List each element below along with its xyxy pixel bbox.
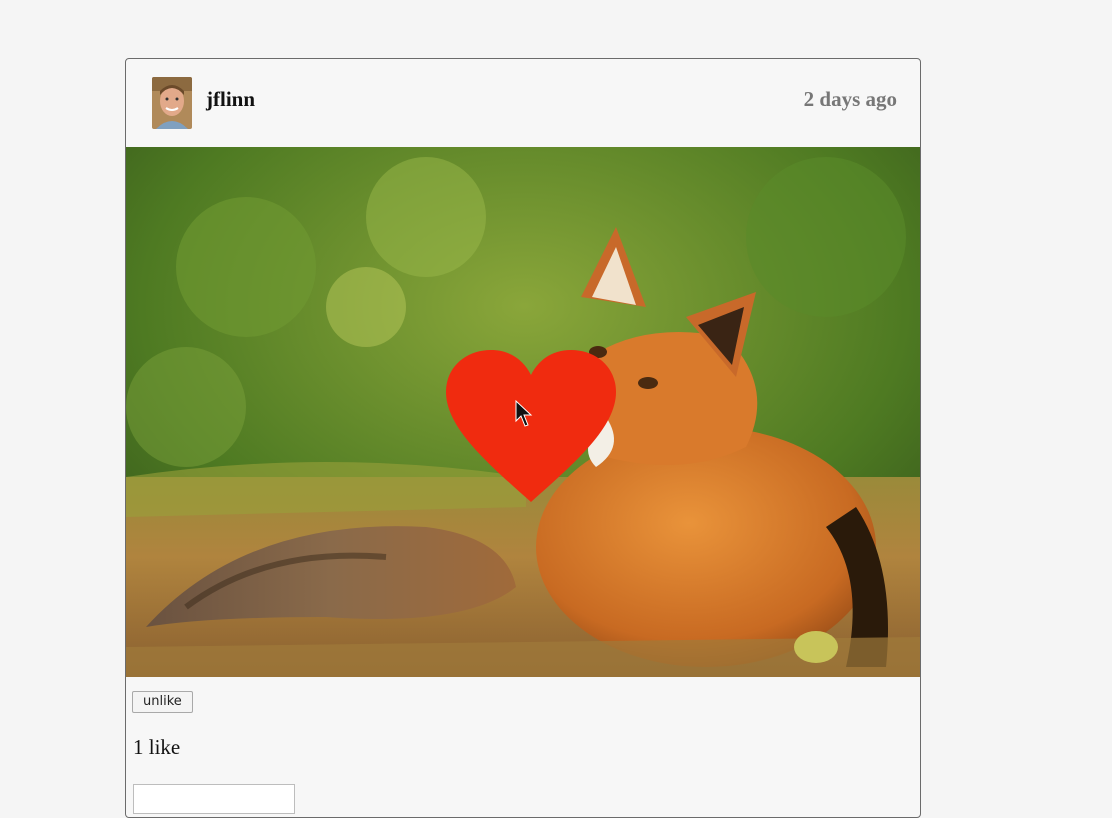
post-timestamp[interactable]: 2 days ago <box>804 87 897 112</box>
avatar[interactable] <box>152 77 192 129</box>
post-header: jflinn 2 days ago <box>126 59 920 147</box>
comment-input[interactable] <box>133 784 295 814</box>
unlike-button[interactable]: unlike <box>132 691 193 713</box>
avatar-image <box>152 77 192 129</box>
like-count: 1 like <box>133 735 181 759</box>
post-card: jflinn 2 days ago unlike 1 like <box>125 58 921 818</box>
post-username[interactable]: jflinn <box>206 87 255 112</box>
post-photo[interactable] <box>126 147 920 677</box>
fox-photo <box>126 147 920 677</box>
